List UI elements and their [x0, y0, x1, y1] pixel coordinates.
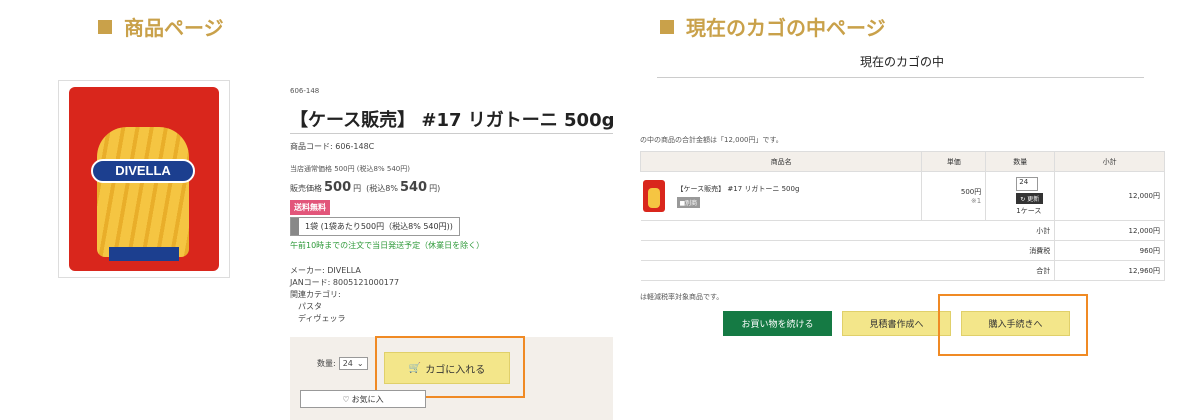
cart-page-heading: 現在のカゴの中ページ — [660, 12, 886, 41]
quantity-input[interactable]: 24 — [1016, 176, 1039, 191]
product-code-top: 606-148 — [290, 87, 320, 95]
highlight-box — [938, 294, 1088, 356]
highlight-box — [375, 336, 525, 398]
cart-table: 商品名 単価 数量 小計 【ケース販売】 #17 リガトーニ 500g ■別商 … — [639, 151, 1165, 281]
quantity-select[interactable]: 24 ⌄ — [338, 357, 368, 370]
favorite-button[interactable]: ♡ お気に入 — [300, 390, 426, 408]
product-thumbnail — [642, 180, 665, 212]
product-meta: メーカー: DIVELLA JANコード: 8005121000177 関連カテ… — [290, 266, 400, 325]
divider — [290, 133, 613, 134]
table-row: 【ケース販売】 #17 リガトーニ 500g ■別商 500円 ※1 24 ↻ … — [640, 171, 1165, 221]
category-link[interactable]: ディヴェッラ — [290, 313, 399, 325]
refresh-icon: ↻ — [1020, 195, 1026, 203]
pasta-bag-icon: DIVELLA — [69, 87, 219, 271]
summary-row: 合計 12,960円 — [640, 260, 1165, 281]
free-shipping-badge: 送料無料 — [290, 200, 330, 215]
item-subtotal: 12,000円 — [1054, 171, 1165, 221]
product-code: 商品コード: 606-148C — [290, 142, 375, 151]
table-header-row: 商品名 単価 数量 小計 — [639, 151, 1165, 172]
product-page-heading: 商品ページ — [98, 12, 224, 41]
create-quote-button[interactable]: 見積書作成へ — [842, 311, 951, 336]
unit-price: 500円 — [960, 188, 982, 196]
continue-shopping-button[interactable]: お買い物を続ける — [723, 311, 832, 336]
shipping-note: 午前10時までの注文で当日発送予定（休業日を除く） — [290, 241, 485, 250]
sale-price-row: 販売価格 500 円 (税込8% 540 円) — [290, 180, 441, 195]
heading-square-icon — [660, 19, 674, 34]
reduced-tax-note: は軽減税率対象商品です。 — [640, 293, 724, 301]
category-link[interactable]: パスタ — [290, 301, 399, 313]
quantity-row: 数量: 24 ⌄ — [317, 357, 368, 370]
regular-price: 当店通常価格 500円 (税込8% 540円) — [290, 165, 410, 173]
divider — [657, 77, 1144, 78]
sale-price: 500 — [324, 180, 352, 195]
chevron-down-icon: ⌄ — [356, 359, 364, 368]
item-tag: ■別商 — [676, 197, 701, 208]
update-button[interactable]: ↻ 更新 — [1016, 192, 1044, 204]
heading-square-icon — [98, 19, 112, 34]
cart-total-note: の中の商品の合計金額は「12,000円」です。 — [640, 136, 783, 144]
cart-item-name[interactable]: 【ケース販売】 #17 リガトーニ 500g — [677, 184, 800, 194]
product-image: DIVELLA — [58, 80, 230, 278]
heart-icon: ♡ — [342, 394, 350, 404]
tax-price: 540 — [399, 180, 428, 195]
cart-title: 現在のカゴの中 — [860, 55, 945, 69]
summary-row: 小計 12,000円 — [640, 220, 1165, 241]
product-title: 【ケース販売】 #17 リガトーニ 500g — [290, 110, 615, 131]
unit-option[interactable]: 1袋 (1袋あたり500円（税込8% 540円)) — [290, 217, 460, 236]
summary-row: 消費税 960円 — [640, 240, 1165, 261]
